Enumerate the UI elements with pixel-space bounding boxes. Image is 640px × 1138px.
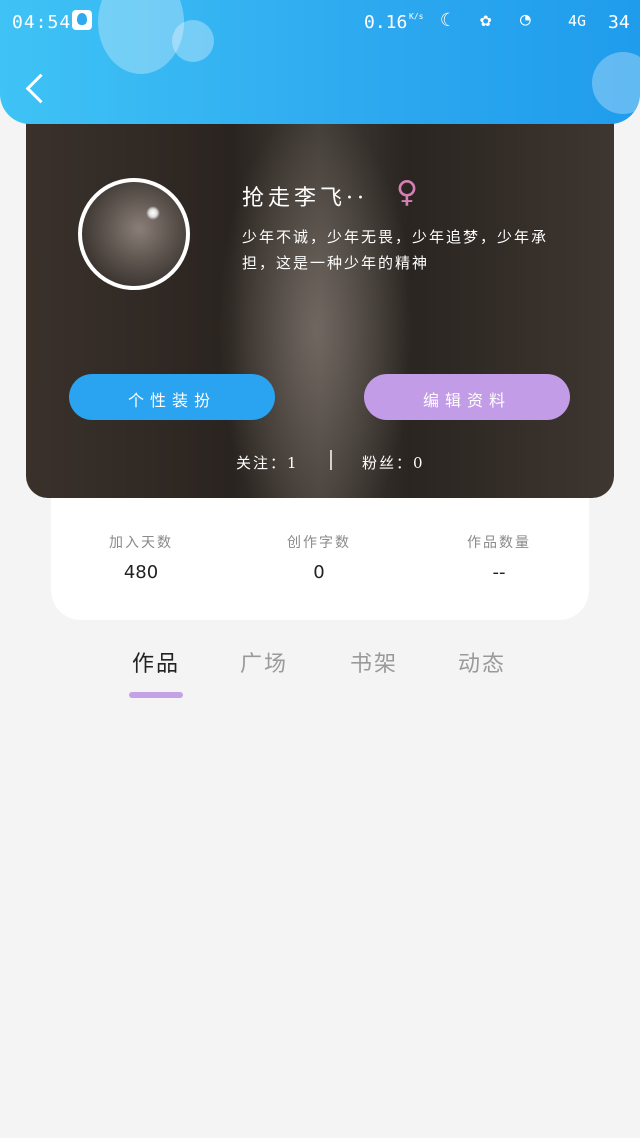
stat-label: 作品数量: [467, 535, 531, 551]
decorative-bubble: [592, 52, 640, 114]
stat-label: 加入天数: [109, 535, 173, 551]
do-not-disturb-icon: ☾: [440, 10, 451, 31]
battery-level: 34: [608, 12, 630, 33]
follows-count[interactable]: 关注：1: [236, 452, 299, 473]
tab-bookshelf[interactable]: 书架: [324, 640, 424, 698]
stat-label: 创作字数: [287, 535, 351, 551]
female-gender-icon: ♀: [396, 175, 418, 210]
username: 抢走李飞··: [242, 186, 368, 211]
personal-style-button[interactable]: 个性装扮: [69, 374, 275, 420]
tab-label: 书架: [349, 652, 398, 677]
status-bar: 04:54 0.16 K/s ☾ ✿ ◔ 4G 34: [0, 0, 640, 44]
fans-count[interactable]: 粉丝：0: [362, 452, 425, 473]
network-speed: 0.16: [364, 12, 408, 33]
stat-word-count: 创作字数 0: [249, 532, 389, 583]
flower-icon: ✿: [480, 9, 492, 31]
network-speed-unit: K/s: [409, 12, 424, 21]
tab-label: 广场: [239, 652, 288, 677]
stat-join-days: 加入天数 480: [71, 532, 211, 583]
tab-indicator: [237, 692, 291, 698]
stat-works-count: 作品数量 --: [429, 532, 569, 583]
avatar[interactable]: [78, 178, 190, 290]
edit-profile-button[interactable]: 编辑资料: [364, 374, 570, 420]
divider: [330, 450, 332, 470]
qq-notification-icon: [72, 10, 92, 30]
top-header: 04:54 0.16 K/s ☾ ✿ ◔ 4G 34: [0, 0, 640, 124]
back-button[interactable]: [20, 70, 52, 106]
tab-label: 动态: [457, 652, 506, 677]
stat-value: 480: [123, 562, 159, 583]
tab-label: 作品: [131, 652, 180, 677]
tab-indicator: [129, 692, 183, 698]
tab-indicator: [347, 692, 401, 698]
user-bio: 少年不诚，少年无畏，少年追梦，少年承担，这是一种少年的精神: [242, 228, 549, 272]
tab-feed[interactable]: 动态: [432, 640, 532, 698]
content-tabs: 作品 广场 书架 动态: [0, 640, 640, 700]
tab-square[interactable]: 广场: [214, 640, 314, 698]
stat-value: --: [492, 562, 506, 583]
profile-card: 抢走李飞·· ♀ 少年不诚，少年无畏，少年追梦，少年承担，这是一种少年的精神 个…: [26, 100, 614, 498]
tab-works[interactable]: 作品: [106, 640, 206, 698]
tab-indicator: [455, 692, 509, 698]
alarm-icon: ◔: [520, 9, 531, 30]
status-time: 04:54: [12, 12, 72, 33]
signal-indicator: 4G: [568, 12, 587, 30]
stat-value: 0: [313, 562, 325, 583]
